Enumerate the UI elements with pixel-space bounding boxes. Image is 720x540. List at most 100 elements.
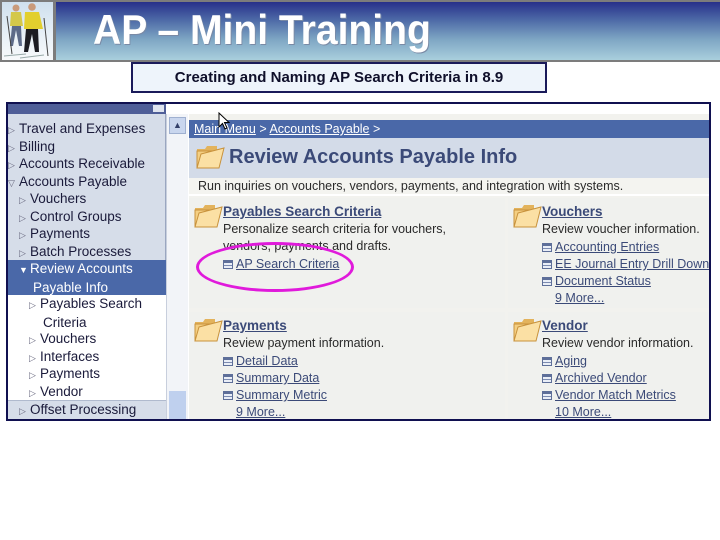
panel-links: AP Search Criteria: [223, 256, 339, 273]
menu-item-offset-processing[interactable]: ▷ Offset Processing: [8, 400, 166, 419]
breadcrumb-accounts-payable[interactable]: Accounts Payable: [269, 122, 369, 136]
folder-icon: [513, 319, 542, 342]
menu-item-payments-sub[interactable]: ▷ Payments: [8, 365, 166, 383]
link-label: Aging: [555, 354, 587, 368]
mouse-cursor-icon: [218, 112, 230, 130]
menu-item-billing[interactable]: ▷ Billing: [8, 138, 166, 156]
scroll-thumb[interactable]: [169, 391, 186, 419]
expanded-triangle-icon: ▼: [19, 265, 28, 275]
menu-item-vouchers-sub[interactable]: ▷ Vouchers: [8, 330, 166, 348]
menu-item-label-line2: Payable Info: [33, 280, 109, 295]
menu-item-label: Payments: [30, 226, 91, 241]
menu-item-label: Travel and Expenses: [19, 121, 146, 136]
panel-description: Review payment information.: [223, 336, 385, 350]
menu-scrollbar[interactable]: ▲: [166, 114, 188, 419]
page-icon: [542, 357, 552, 366]
link-summary-data[interactable]: Summary Data: [223, 370, 327, 387]
slide-title: AP – Mini Training: [93, 6, 431, 53]
menu-item-label: Accounts Payable: [19, 173, 128, 189]
menu-item-label: Payments: [40, 366, 101, 381]
menu-item-label: Payables Search: [40, 296, 143, 311]
link-more[interactable]: 9 More...: [542, 290, 709, 307]
collapsed-triangle-icon: ▷: [8, 160, 15, 170]
menu-item-label: Accounts Receivable: [19, 156, 146, 171]
panel-description: Personalize search criteria for vouchers…: [223, 222, 447, 253]
panel-vouchers: Vouchers Review voucher information. Acc…: [508, 198, 709, 308]
scroll-up-arrow-icon[interactable]: ▲: [169, 117, 186, 134]
menu-item-vendor[interactable]: ▷ Vendor: [8, 382, 166, 400]
panel-description: Review voucher information.: [542, 222, 700, 236]
link-label: Accounting Entries: [555, 240, 660, 254]
page-icon: [542, 391, 552, 400]
page-header: Review Accounts Payable Info: [189, 138, 709, 178]
link-label: Detail Data: [236, 354, 298, 368]
menu-item-accounts-receivable[interactable]: ▷ Accounts Receivable: [8, 155, 166, 173]
menu-item-interfaces[interactable]: ▷ Interfaces: [8, 347, 166, 365]
navigation-menu: ▷ Travel and Expenses ▷ Billing ▷ Accounts …: [8, 104, 166, 419]
link-accounting-entries[interactable]: Accounting Entries: [542, 239, 709, 256]
skiers-photo: [2, 2, 53, 60]
menu-item-label: Billing: [19, 138, 56, 154]
panel-title-link[interactable]: Vouchers: [542, 204, 603, 219]
link-label: 9 More...: [236, 405, 286, 419]
panel-payables-search-criteria: Payables Search Criteria Personalize sea…: [189, 198, 505, 308]
collapsed-triangle-icon: ▷: [29, 335, 36, 345]
page-icon: [223, 260, 233, 269]
link-label: Vendor Match Metrics: [555, 388, 676, 402]
link-more[interactable]: 9 More...: [223, 404, 327, 419]
page-icon: [542, 243, 552, 252]
menu-item-label: Offset Processing: [30, 402, 137, 417]
menu-item-vouchers[interactable]: ▷ Vouchers: [8, 190, 166, 208]
link-label: Document Status: [555, 274, 651, 288]
menu-header-bar: [8, 104, 166, 114]
collapsed-triangle-icon: ▷: [19, 212, 26, 223]
link-label: EE Journal Entry Drill Down: [555, 257, 710, 271]
panel-title-link[interactable]: Vendor: [542, 318, 588, 333]
panel-payments: Payments Review payment information. Det…: [189, 312, 505, 419]
link-ap-search-criteria[interactable]: AP Search Criteria: [223, 256, 339, 273]
collapsed-triangle-icon: ▷: [19, 247, 26, 258]
folder-icon: [194, 205, 223, 228]
panel-links: Accounting Entries EE Journal Entry Dril…: [542, 239, 709, 307]
menu-item-label-line2: Criteria: [43, 315, 87, 330]
panel-title-link[interactable]: Payables Search Criteria: [223, 204, 381, 219]
link-document-status[interactable]: Document Status: [542, 273, 709, 290]
link-detail-data[interactable]: Detail Data: [223, 353, 327, 370]
breadcrumb-separator: >: [259, 122, 267, 136]
collapsed-triangle-icon: ▷: [19, 195, 26, 205]
menu-item-label: Vouchers: [30, 191, 87, 206]
link-label: 10 More...: [555, 405, 612, 419]
folder-icon: [196, 146, 225, 169]
link-summary-metric[interactable]: Summary Metric: [223, 387, 327, 404]
panel-title-link[interactable]: Payments: [223, 318, 287, 333]
collapsed-triangle-icon: ▷: [8, 125, 15, 135]
page-icon: [223, 391, 233, 400]
panel-description: Review vendor information.: [542, 336, 694, 350]
menu-collapse-button[interactable]: [153, 105, 164, 112]
page-description: Run inquiries on vouchers, vendors, paym…: [189, 178, 709, 196]
page-icon: [542, 277, 552, 286]
page-icon: [223, 357, 233, 366]
link-aging[interactable]: Aging: [542, 353, 676, 370]
skiers-image-icon: [3, 3, 49, 59]
link-label: Summary Metric: [236, 388, 327, 402]
page-icon: [542, 260, 552, 269]
menu-item-travel-and-expenses[interactable]: ▷ Travel and Expenses: [8, 120, 166, 138]
collapsed-triangle-icon: ▷: [29, 387, 36, 398]
menu-item-batch-processes[interactable]: ▷ Batch Processes: [8, 243, 166, 261]
collapsed-triangle-icon: ▷: [29, 370, 36, 380]
collapsed-triangle-icon: ▷: [8, 142, 15, 153]
breadcrumb: Main Menu > Accounts Payable >: [189, 120, 709, 138]
folder-icon: [194, 319, 223, 342]
link-ee-journal-entry-drill-down[interactable]: EE Journal Entry Drill Down: [542, 256, 709, 273]
menu-item-label: Batch Processes: [30, 243, 132, 259]
menu-item-payables-search-criteria[interactable]: ▷ Payables Search Criteria: [8, 295, 166, 330]
menu-item-review-accounts-payable-info[interactable]: ▼ Review Accounts Payable Info: [8, 260, 166, 295]
menu-item-payments[interactable]: ▷ Payments: [8, 225, 166, 243]
main-content: Main Menu > Accounts Payable > Review Ac…: [189, 114, 709, 419]
menu-item-control-groups[interactable]: ▷ Control Groups: [8, 208, 166, 226]
menu-item-accounts-payable[interactable]: ▽ Accounts Payable: [8, 173, 166, 191]
link-archived-vendor[interactable]: Archived Vendor: [542, 370, 676, 387]
link-vendor-match-metrics[interactable]: Vendor Match Metrics: [542, 387, 676, 404]
link-more[interactable]: 10 More...: [542, 404, 676, 419]
